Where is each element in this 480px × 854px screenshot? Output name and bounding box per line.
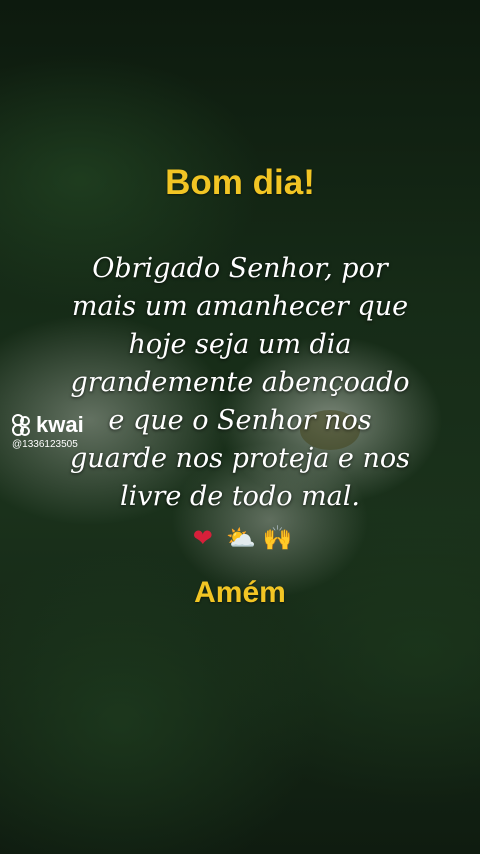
greeting-title: Bom dia! (165, 163, 315, 202)
kwai-watermark: kwai @1336123505 (12, 412, 84, 450)
message-line: Obrigado Senhor, por (92, 253, 388, 284)
message-line: guarde nos proteja e nos (70, 443, 410, 474)
kwai-logo-icon (12, 414, 32, 436)
heart-icon: ❤ (192, 524, 214, 552)
emoji-row: ❤ ⛅ 🙌 (0, 524, 480, 552)
message-line: e que o Senhor nos (108, 405, 372, 436)
sun-cloud-icon: ⛅ (226, 524, 257, 552)
message-line: grandemente abençoado (70, 367, 410, 398)
message-line: mais um amanhecer que (71, 291, 409, 322)
message-line: livre de todo mal. (120, 481, 360, 512)
raised-hands-icon: 🙌 (262, 524, 294, 552)
closing-text: Amém (194, 576, 286, 609)
message-line: hoje seja um dia (128, 329, 352, 360)
watermark-brand: kwai (36, 412, 84, 437)
prayer-message: Obrigado Senhor, por mais um amanhecer q… (50, 250, 430, 516)
watermark-user: @1336123505 (12, 439, 78, 450)
